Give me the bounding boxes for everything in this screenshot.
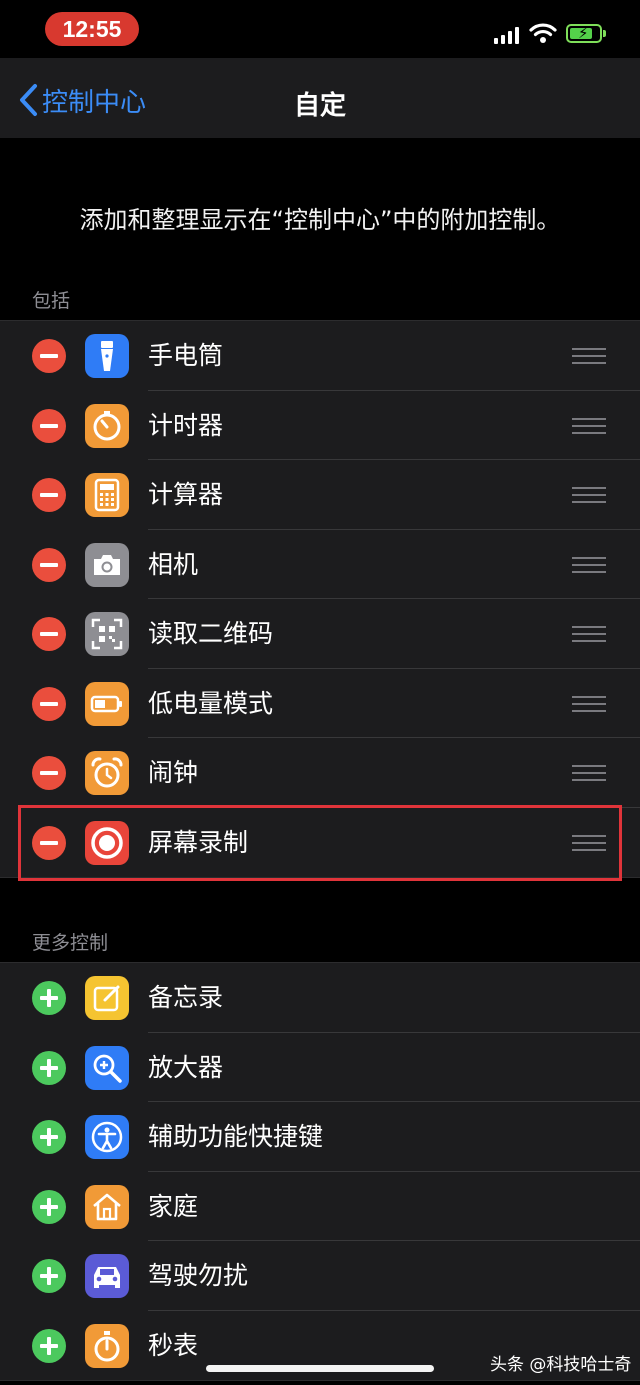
control-row-notes: 备忘录 [0, 963, 640, 1033]
stopwatch-icon [85, 1323, 129, 1368]
page-title: 自定 [293, 91, 346, 121]
magnifier-icon [85, 1045, 129, 1090]
navigation-bar: 控制中心 自定 [0, 58, 640, 138]
control-label: 家庭 [148, 1191, 199, 1221]
car-icon [85, 1254, 129, 1298]
remove-button[interactable] [32, 339, 66, 373]
control-label: 备忘录 [148, 983, 224, 1012]
wifi-icon [529, 23, 557, 43]
remove-button[interactable] [32, 617, 66, 651]
control-row-camera: 相机 [0, 530, 640, 600]
status-bar: 12:55 ⚡ [0, 0, 640, 58]
home-indicator [206, 1365, 434, 1372]
control-label: 闹钟 [148, 758, 199, 787]
control-label: 手电筒 [148, 341, 224, 370]
control-label: 相机 [148, 549, 199, 579]
reorder-handle-icon[interactable] [572, 487, 606, 503]
control-label: 低电量模式 [148, 688, 274, 718]
add-button[interactable] [32, 1120, 66, 1154]
control-label: 驾驶勿扰 [148, 1261, 249, 1290]
remove-button[interactable] [32, 547, 66, 582]
add-button[interactable] [32, 981, 66, 1015]
status-time[interactable]: 12:55 [45, 12, 139, 46]
flashlight-icon [85, 334, 129, 378]
remove-button[interactable] [32, 686, 66, 721]
camera-icon [85, 542, 129, 587]
control-row-qr-code: 读取二维码 [0, 599, 640, 669]
alarm-clock-icon [85, 751, 129, 795]
timer-icon [85, 403, 129, 448]
control-row-home: 家庭 [0, 1172, 640, 1242]
reorder-handle-icon[interactable] [572, 626, 606, 642]
reorder-handle-icon[interactable] [572, 417, 606, 434]
control-label: 计算器 [148, 480, 224, 509]
remove-button[interactable] [32, 408, 66, 443]
accessibility-icon [85, 1115, 129, 1159]
control-label: 秒表 [148, 1330, 199, 1360]
control-row-flashlight: 手电筒 [0, 321, 640, 391]
reorder-handle-icon[interactable] [572, 765, 606, 781]
cellular-signal-icon [494, 26, 520, 44]
control-row-timer: 计时器 [0, 391, 640, 461]
control-label: 计时器 [148, 410, 224, 440]
control-label: 读取二维码 [148, 619, 274, 648]
control-row-alarm-clock: 闹钟 [0, 738, 640, 808]
home-icon [85, 1184, 129, 1229]
reorder-handle-icon[interactable] [572, 556, 606, 573]
control-row-calculator: 计算器 [0, 460, 640, 530]
qr-code-icon [85, 612, 129, 656]
notes-icon [85, 976, 129, 1020]
control-label: 放大器 [148, 1052, 224, 1082]
add-button[interactable] [32, 1259, 66, 1293]
battery-charging-icon: ⚡ [566, 24, 602, 43]
add-button[interactable] [32, 1328, 66, 1363]
control-row-car: 驾驶勿扰 [0, 1241, 640, 1311]
reorder-handle-icon[interactable] [572, 348, 606, 364]
battery-icon [85, 681, 129, 726]
watermark: 头条 @科技哈士奇 [490, 1355, 632, 1375]
section-header-more: 更多控制 [32, 932, 109, 954]
control-row-battery: 低电量模式 [0, 669, 640, 739]
control-row-magnifier: 放大器 [0, 1033, 640, 1103]
reorder-handle-icon[interactable] [572, 695, 606, 712]
section-header-included: 包括 [32, 290, 71, 312]
included-controls-list: 手电筒 计时器 计算器 相机 读取二维码 低电量模式 闹钟 屏幕录制 [0, 320, 640, 878]
control-row-accessibility: 辅助功能快捷键 [0, 1102, 640, 1172]
add-button[interactable] [32, 1189, 66, 1224]
more-controls-list: 备忘录放大器辅助功能快捷键 家庭驾驶勿扰秒表 [0, 962, 640, 1381]
control-label: 辅助功能快捷键 [148, 1122, 324, 1151]
remove-button[interactable] [32, 478, 66, 512]
page-description: 添加和整理显示在“控制中心”中的附加控制。 [79, 206, 561, 234]
highlight-box [18, 805, 622, 881]
calculator-icon [85, 473, 129, 517]
remove-button[interactable] [32, 756, 66, 790]
battery-tip [603, 30, 606, 37]
add-button[interactable] [32, 1050, 66, 1085]
